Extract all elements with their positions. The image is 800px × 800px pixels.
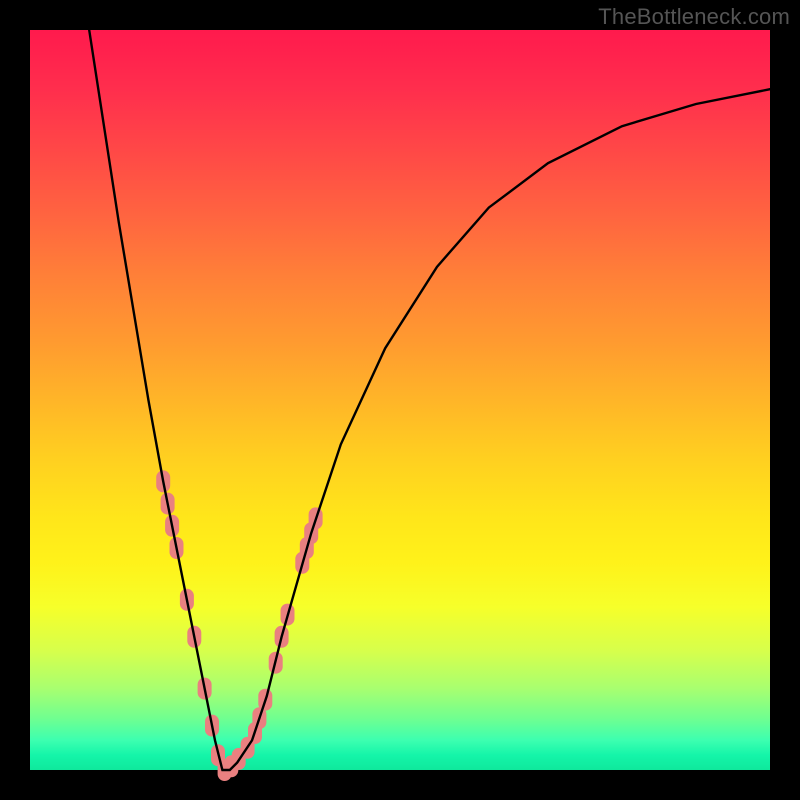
- attribution-text: TheBottleneck.com: [598, 4, 790, 30]
- chart-frame: TheBottleneck.com: [0, 0, 800, 800]
- bottleneck-curve: [89, 30, 770, 770]
- plot-area: [30, 30, 770, 770]
- marker-layer: [156, 470, 322, 781]
- chart-svg: [30, 30, 770, 770]
